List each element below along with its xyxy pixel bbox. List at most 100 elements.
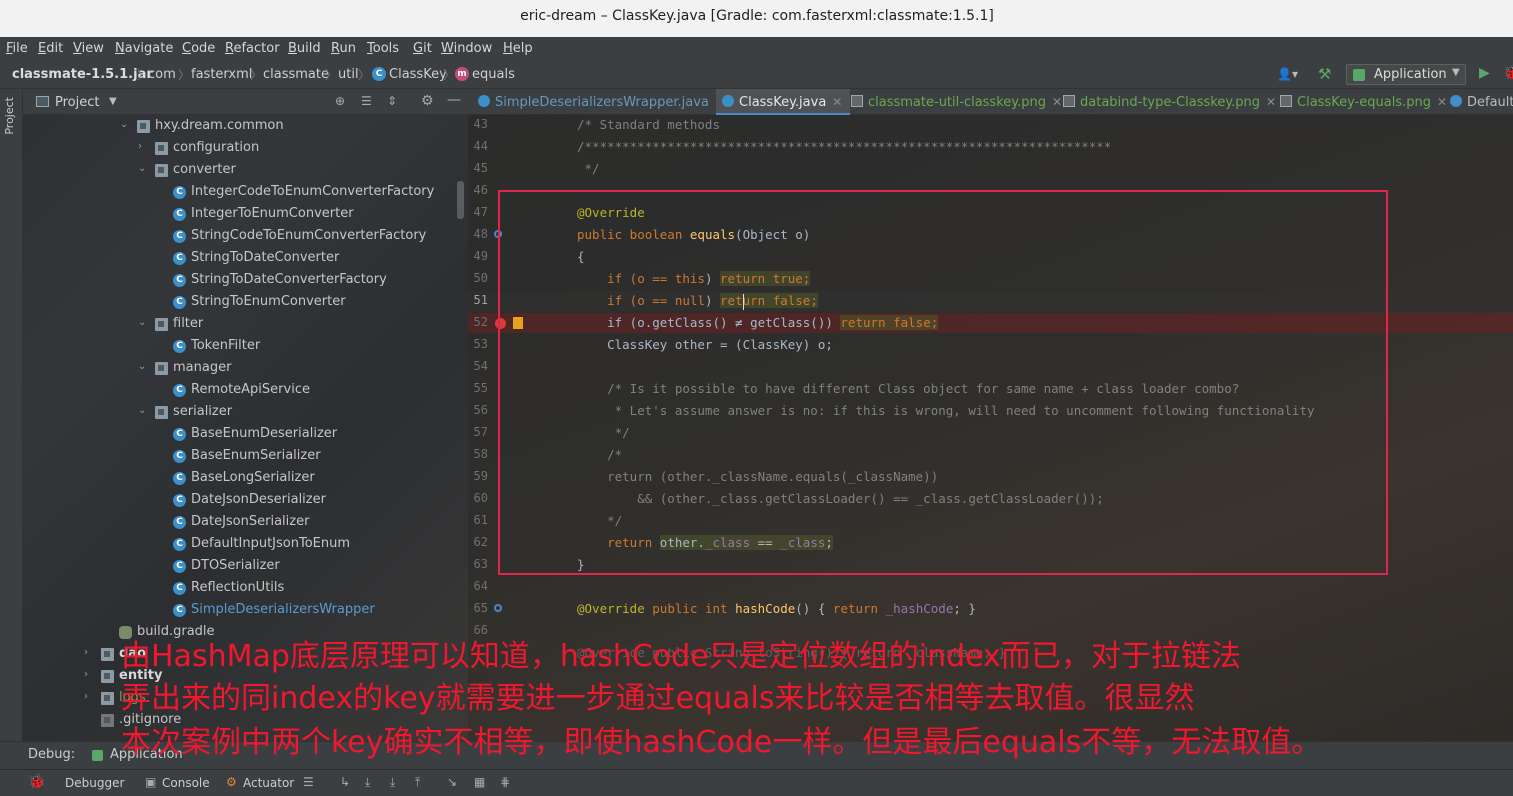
menu-navigate[interactable]: Navigate [115,41,173,56]
tree-item[interactable]: ⌄ serializer [23,403,463,423]
chevron-down-icon[interactable]: ⌄ [138,361,148,372]
run-config-select[interactable]: Application ▼ [1346,64,1466,85]
tab-classkey-equals[interactable]: ClassKey-equals.png ✕ [1280,89,1447,115]
expand-all-icon[interactable]: ☰ [361,94,372,108]
line-number: 47 [473,205,488,219]
user-icon[interactable]: 👤▾ [1277,67,1298,81]
tree-item[interactable]: C BaseEnumSerializer [23,447,463,467]
gear-icon[interactable]: ⚙ [421,93,434,109]
override-marker-icon[interactable] [494,604,502,612]
menu-code[interactable]: Code [182,41,215,56]
tree-item[interactable]: ⌄ filter [23,315,463,335]
run-to-cursor-icon[interactable]: ↘ [447,775,457,789]
tree-item[interactable]: C DateJsonSerializer [23,513,463,533]
project-tool-button[interactable]: Project [3,97,16,135]
menu-refactor[interactable]: Refactor [225,41,280,56]
close-icon[interactable]: ✕ [832,95,842,109]
tree-item[interactable]: C DefaultInputJsonToEnum [23,535,463,555]
tab-default[interactable]: Default [1450,89,1513,115]
bug-icon[interactable]: 🐞 [28,774,45,790]
menu-file[interactable]: File [6,41,28,56]
step-out-icon[interactable]: ⤒ [415,775,420,790]
chevron-right-icon[interactable]: › [84,669,94,680]
tree-item[interactable]: C IntegerCodeToEnumConverterFactory [23,183,463,203]
line-number: 66 [473,623,488,637]
step-into-icon[interactable]: ⤓ [390,775,395,790]
breadcrumb-method[interactable]: equals [472,67,515,82]
menu-edit[interactable]: Edit [38,41,63,56]
tab-console[interactable]: Console [162,776,210,790]
project-panel-header: Project ▼ ⊕ ☰ ⇕ ⚙ — [23,89,468,115]
tree-item[interactable]: C BaseLongSerializer [23,469,463,489]
breadcrumb-util[interactable]: util [338,67,359,82]
tab-classkey[interactable]: ClassKey.java ✕ [716,89,851,115]
breadcrumb-fasterxml[interactable]: fasterxml [191,67,252,82]
tree-item[interactable]: C StringToEnumConverter [23,293,463,313]
close-icon[interactable]: ✕ [1266,95,1276,109]
run-icon[interactable]: ▶ [1479,65,1490,81]
step-over-icon[interactable]: ⤓ [365,775,370,790]
chevron-down-icon[interactable]: ⌄ [138,317,148,328]
menu-tools[interactable]: Tools [367,41,399,56]
tree-item[interactable]: C DTOSerializer [23,557,463,577]
chevron-down-icon[interactable]: ⌄ [138,405,148,416]
tree-item[interactable]: ⌄ manager [23,359,463,379]
folder-icon [155,164,168,177]
tree-item[interactable]: › configuration [23,139,463,159]
project-view-label[interactable]: Project [55,95,99,110]
close-icon[interactable]: ✕ [1052,95,1062,109]
tree-item[interactable]: C StringToDateConverter [23,249,463,269]
chevron-right-icon[interactable]: › [84,691,94,702]
menu-window[interactable]: Window [441,41,492,56]
chevron-down-icon[interactable]: ⌄ [120,119,130,130]
chevron-right-icon: 〉 [250,68,263,82]
chevron-right-icon[interactable]: › [138,141,148,152]
tab-databind-type-classkey[interactable]: databind-type-Classkey.png ✕ [1063,89,1276,115]
class-icon [478,95,490,107]
tree-item[interactable]: C SimpleDeserializersWrapper [23,601,463,621]
chevron-down-icon[interactable]: ⌄ [138,163,148,174]
annotation-line-2: 弄出来的同index的key就需要进一步通过equals来比较是否相等去取值。很… [121,681,1195,716]
breadcrumb-com[interactable]: com [148,67,176,82]
minimize-icon[interactable]: — [447,92,461,108]
tree-item[interactable]: ⌄ hxy.dream.common [23,117,463,137]
tree-item[interactable]: ⌄ converter [23,161,463,181]
tab-simpledeserializerswrapper[interactable]: SimpleDeserializersWrapper.java✕ [478,89,725,115]
chevron-right-icon: 〉 [325,68,338,82]
hammer-icon[interactable]: ⚒ [1318,65,1331,83]
tree-item-label: DTOSerializer [191,558,280,573]
chevron-right-icon: 〉 [443,68,456,82]
tab-debugger[interactable]: Debugger [65,776,124,790]
tree-item[interactable]: C RemoteApiService [23,381,463,401]
tab-classmate-util-classkey[interactable]: classmate-util-classkey.png ✕ [851,89,1062,115]
trace-icon[interactable]: ⋕ [500,775,510,789]
evaluate-icon[interactable]: ▦ [474,775,485,789]
tree-item[interactable]: C StringCodeToEnumConverterFactory [23,227,463,247]
show-execution-point-icon[interactable]: ↳ [340,775,350,789]
menu-help[interactable]: Help [503,41,533,56]
breadcrumb-jar[interactable]: classmate-1.5.1.jar [12,67,153,82]
menu-build[interactable]: Build [288,41,321,56]
tree-item[interactable]: C DateJsonDeserializer [23,491,463,511]
menu-view[interactable]: View [73,41,104,56]
class-icon: C [173,252,186,265]
menu-git[interactable]: Git [413,41,432,56]
collapse-all-icon[interactable]: ⇕ [387,94,397,108]
layout-icon[interactable]: ☰ [303,775,314,789]
tab-actuator[interactable]: Actuator [243,776,294,790]
menu-run[interactable]: Run [331,41,356,56]
chevron-down-icon[interactable]: ▼ [109,96,117,107]
class-icon: C [173,516,186,529]
tree-item[interactable]: C BaseEnumDeserializer [23,425,463,445]
tree-item[interactable]: C TokenFilter [23,337,463,357]
tree-item[interactable]: C ReflectionUtils [23,579,463,599]
breadcrumb-classmate[interactable]: classmate [263,67,329,82]
tree-item[interactable]: C IntegerToEnumConverter [23,205,463,225]
line-number: 56 [473,403,488,417]
debug-icon[interactable]: 🐞 [1503,65,1513,81]
tree-item[interactable]: C StringToDateConverterFactory [23,271,463,291]
locate-icon[interactable]: ⊕ [335,94,345,108]
breadcrumb-class[interactable]: ClassKey [389,67,447,82]
chevron-right-icon[interactable]: › [84,647,94,658]
close-icon[interactable]: ✕ [1437,95,1447,109]
